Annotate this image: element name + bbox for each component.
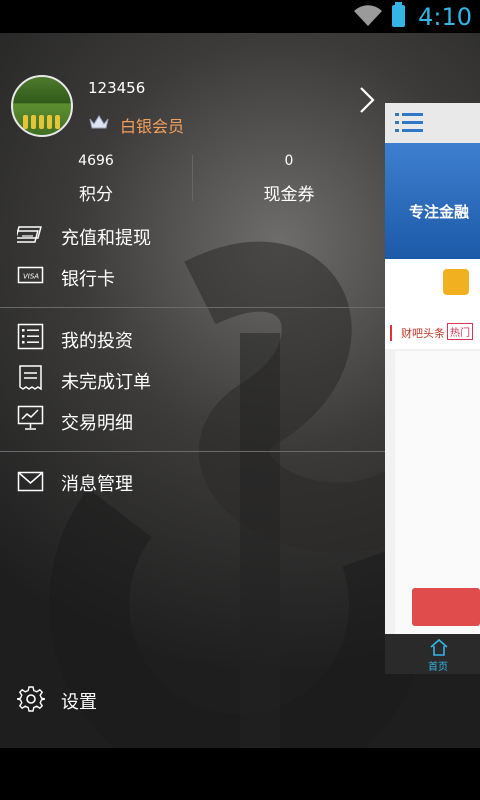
menu-item-recharge[interactable]: 充值和提现 (0, 217, 385, 255)
svg-text:VISA: VISA (23, 273, 39, 281)
visa-card-icon: VISA (17, 266, 44, 284)
home-icon[interactable] (429, 638, 449, 656)
news-tag: 热门 (447, 323, 473, 340)
member-level: 白银会员 (120, 117, 185, 136)
menu-label-bank-card: 银行卡 (61, 269, 115, 290)
menu-item-settings[interactable]: 设置 (0, 681, 385, 719)
avatar[interactable] (11, 75, 73, 137)
menu-divider (0, 307, 385, 308)
points-value[interactable]: 4696 (36, 153, 156, 169)
list-icon (17, 323, 44, 350)
receipt-icon (19, 365, 42, 391)
news-label: 财吧头条 (401, 327, 445, 340)
nav-home-label[interactable]: 首页 (428, 658, 448, 673)
coupon-label[interactable]: 现金券 (229, 180, 349, 205)
menu-label-pending-orders: 未完成订单 (61, 372, 151, 393)
menu-label-transactions: 交易明细 (61, 413, 133, 434)
hamburger-menu-icon[interactable] (395, 111, 425, 135)
navigation-drawer: 123456 白银会员 4696 积分 0 现金券 充值和提现 VISA 银行卡 (0, 33, 385, 748)
stats-divider (192, 155, 193, 201)
menu-label-settings: 设置 (61, 692, 97, 713)
crown-icon (89, 115, 109, 129)
menu-label-messages: 消息管理 (61, 474, 133, 495)
menu-item-bank-card[interactable]: VISA 银行卡 (0, 258, 385, 296)
status-bar: 4:10 (0, 0, 480, 33)
menu-item-pending-orders[interactable]: 未完成订单 (0, 361, 385, 399)
main-page-header (385, 103, 480, 143)
wifi-icon (354, 5, 382, 27)
menu-item-transactions[interactable]: 交易明细 (0, 402, 385, 440)
product-logo (443, 269, 469, 295)
banner-text: 专注金融 (409, 203, 470, 221)
bottom-nav: 首页 (385, 634, 480, 674)
points-label[interactable]: 积分 (36, 180, 156, 205)
money-icon (17, 226, 42, 243)
status-time: 4:10 (418, 3, 472, 31)
gear-icon (17, 686, 45, 712)
action-button[interactable] (412, 588, 480, 626)
username: 123456 (88, 79, 146, 97)
coupon-value[interactable]: 0 (229, 153, 349, 169)
news-bar[interactable]: 财吧头条 热门 (385, 319, 480, 349)
system-navigation-bar (0, 748, 480, 800)
chart-board-icon (17, 405, 44, 430)
promo-banner[interactable]: 专注金融 (385, 143, 480, 259)
menu-label-my-invest: 我的投资 (61, 331, 133, 352)
menu-divider (0, 451, 385, 452)
main-page-preview[interactable]: 专注金融 财吧头条 热门 首页 (385, 103, 480, 674)
product-card[interactable] (385, 259, 480, 319)
chevron-right-icon[interactable] (356, 85, 378, 115)
menu-item-my-invest[interactable]: 我的投资 (0, 320, 385, 358)
menu-item-messages[interactable]: 消息管理 (0, 463, 385, 501)
app-screen: 专注金融 财吧头条 热门 首页 123456 白银会员 4696 积分 0 现金… (0, 33, 480, 748)
envelope-icon (17, 471, 44, 492)
battery-icon (392, 2, 405, 27)
menu-label-recharge: 充值和提现 (61, 228, 151, 249)
